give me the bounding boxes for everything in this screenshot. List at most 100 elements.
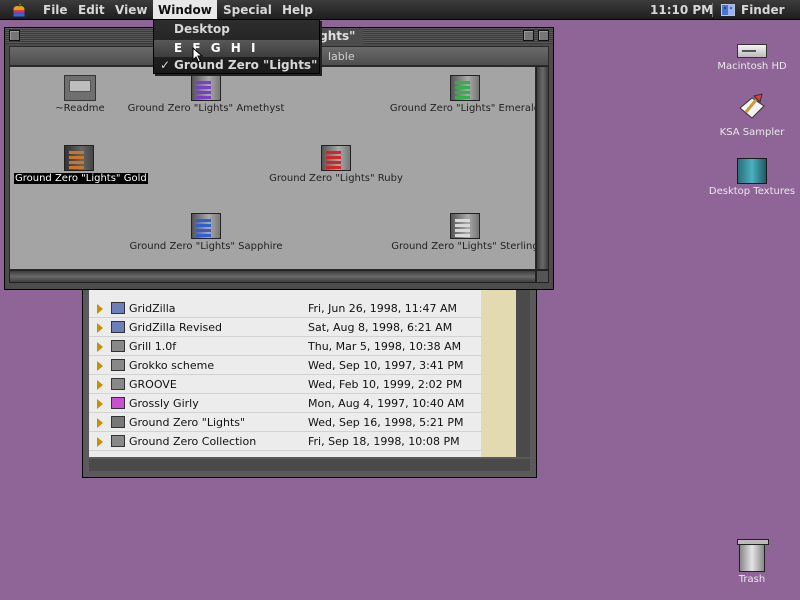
list-item[interactable]: Grokko scheme Wed, Sep 10, 1997, 3:41 PM (89, 356, 481, 375)
vertical-scrollbar[interactable] (536, 66, 549, 270)
list-item-date: Wed, Feb 10, 1999, 2:02 PM (308, 378, 463, 391)
desktop-icon-label: Trash (736, 574, 768, 585)
file-list: GridZilla Fri, Jun 26, 1998, 11:47 AM Gr… (89, 271, 516, 457)
menu-view[interactable]: View (110, 0, 152, 20)
desktop-icon-ksa-sampler[interactable]: KSA Sampler (704, 92, 800, 138)
disclosure-triangle-icon[interactable] (97, 361, 103, 371)
theme-sapphire[interactable]: Ground Zero "Lights" Sapphire (126, 213, 286, 252)
desktop-icon-label: Macintosh HD (715, 61, 789, 72)
mouse-pointer-icon (192, 47, 204, 63)
desktop-icon-label: KSA Sampler (717, 127, 787, 138)
disclosure-triangle-icon[interactable] (97, 418, 103, 428)
theme-sterling[interactable]: Ground Zero "Lights" Sterling (385, 213, 545, 252)
file-label: Ground Zero "Lights" Sapphire (129, 241, 283, 252)
list-item-name: Grokko scheme (129, 359, 215, 372)
trash-icon (737, 539, 769, 572)
list-item[interactable]: Grill 1.0f Thu, Mar 5, 1998, 10:38 AM (89, 337, 481, 356)
apple-menu-icon[interactable] (12, 3, 26, 17)
file-label: Ground Zero "Lights" Amethyst (127, 103, 285, 114)
desktop-icon-macintosh-hd[interactable]: Macintosh HD (704, 40, 800, 72)
folder-icon (111, 340, 125, 352)
list-item-date: Sat, Aug 8, 1998, 6:21 AM (308, 321, 453, 334)
menu-help[interactable]: Help (277, 0, 318, 20)
disclosure-triangle-icon[interactable] (97, 399, 103, 409)
vertical-scrollbar[interactable] (516, 271, 530, 457)
theme-file-icon (64, 145, 94, 171)
menu-bar: File Edit View Window Special Help 11:10… (0, 0, 800, 20)
disclosure-triangle-icon[interactable] (97, 323, 103, 333)
menu-edit[interactable]: Edit (73, 0, 110, 20)
close-box-icon[interactable] (9, 30, 20, 41)
menu-file[interactable]: File (38, 0, 73, 20)
resize-handle-icon[interactable] (536, 270, 549, 283)
menu-clock[interactable]: 11:10 PM (650, 0, 713, 20)
theme-file-icon (450, 213, 480, 239)
finder-icon[interactable] (721, 4, 735, 16)
theme-ruby[interactable]: Ground Zero "Lights" Ruby (256, 145, 416, 184)
sorted-column-highlight (481, 271, 516, 457)
list-item[interactable]: Grossly Girly Mon, Aug 4, 1997, 10:40 AM (89, 394, 481, 413)
theme-emerald[interactable]: Ground Zero "Lights" Emerald (385, 75, 545, 114)
theme-file-icon (191, 75, 221, 101)
folder-icon (111, 416, 125, 428)
theme-file-icon (191, 213, 221, 239)
list-item-date: Wed, Sep 10, 1997, 3:41 PM (308, 359, 464, 372)
list-item-name: Ground Zero "Lights" (129, 416, 246, 429)
folder-icon (111, 359, 125, 371)
horizontal-scrollbar[interactable] (9, 270, 536, 283)
list-item-name: GROOVE (129, 378, 177, 391)
disclosure-triangle-icon[interactable] (97, 342, 103, 352)
finder-list-window: GridZilla Fri, Jun 26, 1998, 11:47 AM Gr… (82, 270, 537, 478)
horizontal-scrollbar[interactable] (89, 459, 530, 471)
list-item[interactable]: Ground Zero Collection Fri, Sep 18, 1998… (89, 432, 481, 451)
list-item-date: Mon, Aug 4, 1997, 10:40 AM (308, 397, 465, 410)
disclosure-triangle-icon[interactable] (97, 304, 103, 314)
list-item-name: GridZilla Revised (129, 321, 222, 334)
document-icon (64, 75, 96, 101)
theme-file-icon (450, 75, 480, 101)
list-item-name: Grill 1.0f (129, 340, 177, 353)
theme-gold[interactable]: Ground Zero "Lights" Gold (14, 145, 148, 184)
list-item[interactable]: GridZilla Fri, Jun 26, 1998, 11:47 AM (89, 299, 481, 318)
window-menu-item-efghi[interactable]: E F G H I (154, 40, 319, 57)
desktop-icon-desktop-textures[interactable]: Desktop Textures (704, 158, 800, 197)
checkmark-icon: ✓ (160, 58, 171, 72)
file-label: Ground Zero "Lights" Emerald (389, 103, 541, 114)
desktop-icon-trash[interactable]: Trash (704, 539, 800, 585)
list-item[interactable]: Ground Zero "Lights" Wed, Sep 16, 1998, … (89, 413, 481, 432)
list-item-date: Wed, Sep 16, 1998, 5:21 PM (308, 416, 464, 429)
desktop-icon-label: Desktop Textures (706, 186, 798, 197)
file-label: Ground Zero "Lights" Gold (14, 173, 148, 184)
zoom-box-icon[interactable] (523, 30, 534, 41)
list-item-name: Ground Zero Collection (129, 435, 257, 448)
file-label: ~Readme (55, 103, 105, 114)
application-menu[interactable]: Finder (741, 0, 785, 20)
menubar-separator (712, 3, 713, 17)
list-item[interactable]: GROOVE Wed, Feb 10, 1999, 2:02 PM (89, 375, 481, 394)
theme-amethyst[interactable]: Ground Zero "Lights" Amethyst (126, 75, 286, 114)
window-menu-item-desktop[interactable]: Desktop (154, 21, 319, 38)
list-item-date: Thu, Mar 5, 1998, 10:38 AM (308, 340, 462, 353)
folder-icon (111, 397, 125, 409)
list-item-date: Fri, Sep 18, 1998, 10:08 PM (308, 435, 460, 448)
menu-special[interactable]: Special (218, 0, 277, 20)
disclosure-triangle-icon[interactable] (97, 380, 103, 390)
list-item-date: Fri, Jun 26, 1998, 11:47 AM (308, 302, 457, 315)
window-info-text: lable (328, 50, 355, 63)
collapse-box-icon[interactable] (538, 30, 549, 41)
list-item[interactable]: GridZilla Revised Sat, Aug 8, 1998, 6:21… (89, 318, 481, 337)
folder-icon (111, 435, 125, 447)
folder-icon (111, 378, 125, 390)
window-menu-item-label: Desktop (174, 22, 230, 36)
file-readme[interactable]: ~Readme (50, 75, 110, 114)
theme-file-icon (321, 145, 351, 171)
hard-drive-icon (737, 44, 767, 58)
window-menu-item-ground-zero[interactable]: ✓ Ground Zero "Lights" (154, 57, 319, 74)
list-item-name: Grossly Girly (129, 397, 199, 410)
file-label: Ground Zero "Lights" Ruby (269, 173, 403, 184)
list-item-name: GridZilla (129, 302, 176, 315)
disclosure-triangle-icon[interactable] (97, 437, 103, 447)
window-menu-dropdown: Desktop E F G H I ✓ Ground Zero "Lights" (153, 19, 320, 74)
menu-window[interactable]: Window (153, 0, 217, 20)
window-icon-view: ~Readme Ground Zero "Lights" Amethyst Gr… (9, 66, 540, 270)
